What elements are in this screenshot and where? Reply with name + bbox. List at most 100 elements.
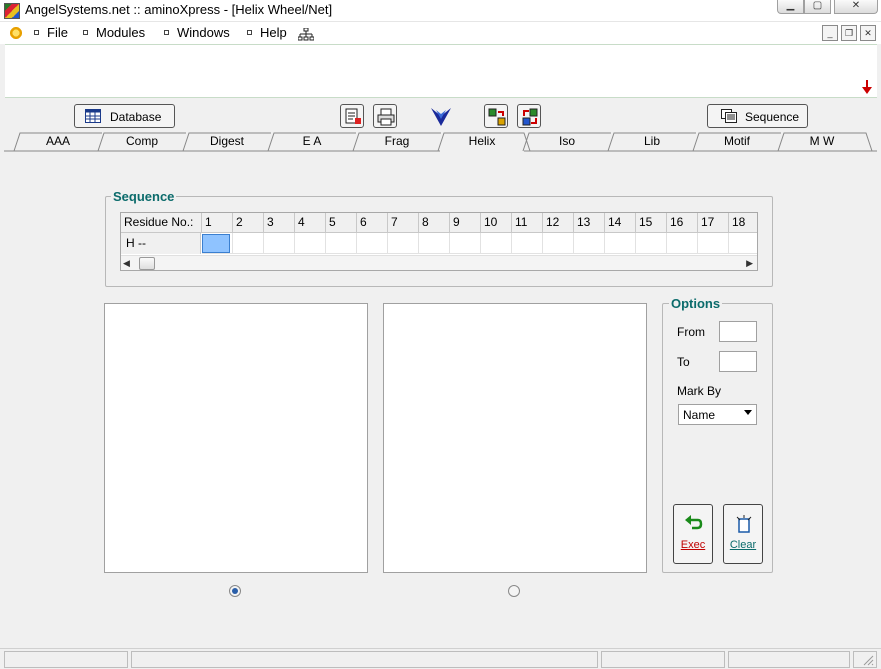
- column-header: 13: [574, 213, 605, 233]
- helix-net-panel[interactable]: [383, 303, 647, 573]
- horizontal-scrollbar[interactable]: ◀ ▶: [121, 255, 757, 270]
- column-header: 3: [264, 213, 295, 233]
- residue-cell[interactable]: [543, 233, 574, 254]
- new-page-sparkle-icon: [736, 515, 752, 533]
- menu-windows[interactable]: Windows: [164, 25, 230, 41]
- residue-cell[interactable]: [450, 233, 481, 254]
- residue-cell[interactable]: [264, 233, 295, 254]
- column-header: 5: [326, 213, 357, 233]
- tab-label: Comp: [125, 134, 158, 148]
- tab-label: Iso: [558, 134, 575, 148]
- print-button[interactable]: [373, 104, 397, 128]
- helix-net-radio[interactable]: [508, 585, 520, 597]
- database-button[interactable]: Database: [74, 104, 175, 128]
- residue-cell[interactable]: [729, 233, 757, 254]
- column-header: 1: [202, 213, 233, 233]
- tab-mw[interactable]: M W: [781, 132, 863, 152]
- down-arrow-icon[interactable]: [862, 80, 872, 94]
- tab-frag[interactable]: Frag: [356, 132, 438, 152]
- transfer-up-button[interactable]: [484, 104, 508, 128]
- scroll-left-arrow-icon[interactable]: ◀: [123, 258, 130, 269]
- maximize-button[interactable]: ▢: [804, 0, 831, 14]
- markby-select[interactable]: Name: [678, 404, 757, 425]
- tab-lib[interactable]: Lib: [611, 132, 693, 152]
- residue-cell[interactable]: [481, 233, 512, 254]
- printer-icon: [377, 108, 395, 126]
- residue-cell[interactable]: [326, 233, 357, 254]
- tab-label: Helix: [468, 134, 496, 148]
- menu-bar: File Modules Windows Help: [0, 22, 881, 44]
- menu-windows-label: Windows: [177, 25, 230, 40]
- residue-cell[interactable]: [295, 233, 326, 254]
- sequence-button[interactable]: Sequence: [707, 104, 808, 128]
- menu-help[interactable]: Help: [247, 25, 287, 41]
- transfer-down-button[interactable]: [517, 104, 541, 128]
- residue-cell[interactable]: [357, 233, 388, 254]
- tab-label: Motif: [723, 134, 750, 148]
- from-field[interactable]: [719, 321, 757, 342]
- tab-label: Digest: [209, 134, 244, 148]
- scroll-thumb[interactable]: [139, 257, 155, 270]
- minimize-button[interactable]: ▁: [777, 0, 804, 14]
- column-header: 2: [233, 213, 264, 233]
- tab-digest[interactable]: Digest: [186, 132, 268, 152]
- residue-header-label: Residue No.:: [121, 213, 202, 233]
- exec-button[interactable]: Exec: [673, 504, 713, 564]
- column-header: 4: [295, 213, 326, 233]
- menu-bullet-icon: [34, 30, 39, 36]
- tab-ea[interactable]: E A: [271, 132, 353, 152]
- residue-cell[interactable]: [388, 233, 419, 254]
- status-pane: [4, 651, 128, 668]
- angelsystems-logo-icon: [431, 108, 451, 126]
- residue-cell[interactable]: [574, 233, 605, 254]
- menu-file[interactable]: File: [34, 25, 68, 41]
- tab-iso[interactable]: Iso: [526, 132, 608, 152]
- residue-cell[interactable]: [667, 233, 698, 254]
- tab-comp[interactable]: Comp: [101, 132, 183, 152]
- from-label: From: [677, 325, 705, 339]
- selected-residue-cell[interactable]: [202, 234, 230, 253]
- column-header: 9: [450, 213, 481, 233]
- swap-arrows-icon: [522, 108, 538, 126]
- module-tabs: AAA Comp Digest E A Frag Helix Iso Lib M…: [4, 132, 877, 152]
- clear-button[interactable]: Clear: [723, 504, 763, 564]
- child-restore-button[interactable]: ❐: [841, 25, 857, 41]
- status-pane: [601, 651, 725, 668]
- residue-cell[interactable]: [233, 233, 264, 254]
- column-header: 17: [698, 213, 729, 233]
- print-preview-button[interactable]: [340, 104, 364, 128]
- child-minimize-button[interactable]: _: [822, 25, 838, 41]
- document-sun-icon[interactable]: [9, 26, 23, 40]
- markby-value: Name: [683, 408, 716, 422]
- resize-grip-icon[interactable]: [862, 654, 874, 666]
- helix-wheel-radio[interactable]: [229, 585, 241, 597]
- exec-button-label: Exec: [680, 539, 706, 551]
- menu-modules[interactable]: Modules: [83, 25, 145, 41]
- undo-arrow-icon: [685, 515, 703, 530]
- column-header: 16: [667, 213, 698, 233]
- residue-cell[interactable]: [605, 233, 636, 254]
- sequence-button-label: Sequence: [745, 110, 800, 124]
- title-bar: AngelSystems.net :: aminoXpress - [Helix…: [0, 0, 881, 22]
- tab-aaa[interactable]: AAA: [17, 132, 99, 152]
- column-header: 18: [729, 213, 757, 233]
- residue-grid[interactable]: Residue No.: 1 2 3 4 5 6 7 8 9 10 11 12 13 14 15 16 17 18…: [120, 212, 758, 271]
- menu-bullet-icon: [164, 30, 169, 36]
- tab-motif[interactable]: Motif: [696, 132, 778, 152]
- child-close-button[interactable]: ✕: [860, 25, 876, 41]
- copy-pages-icon: [721, 109, 737, 123]
- column-header: 8: [419, 213, 450, 233]
- tab-helix[interactable]: Helix: [441, 132, 523, 152]
- close-window-button[interactable]: ✕: [834, 0, 878, 14]
- residue-cell[interactable]: [698, 233, 729, 254]
- scroll-right-arrow-icon[interactable]: ▶: [746, 258, 753, 269]
- grid-header-row: Residue No.: 1 2 3 4 5 6 7 8 9 10 11 12 13 14 15 16 17 18: [121, 213, 757, 233]
- row-header-label: H --: [121, 233, 201, 254]
- status-pane: [728, 651, 850, 668]
- network-icon[interactable]: [298, 28, 314, 42]
- residue-cell[interactable]: [512, 233, 543, 254]
- to-field[interactable]: [719, 351, 757, 372]
- residue-cell[interactable]: [419, 233, 450, 254]
- residue-cell[interactable]: [636, 233, 667, 254]
- helix-wheel-panel[interactable]: [104, 303, 368, 573]
